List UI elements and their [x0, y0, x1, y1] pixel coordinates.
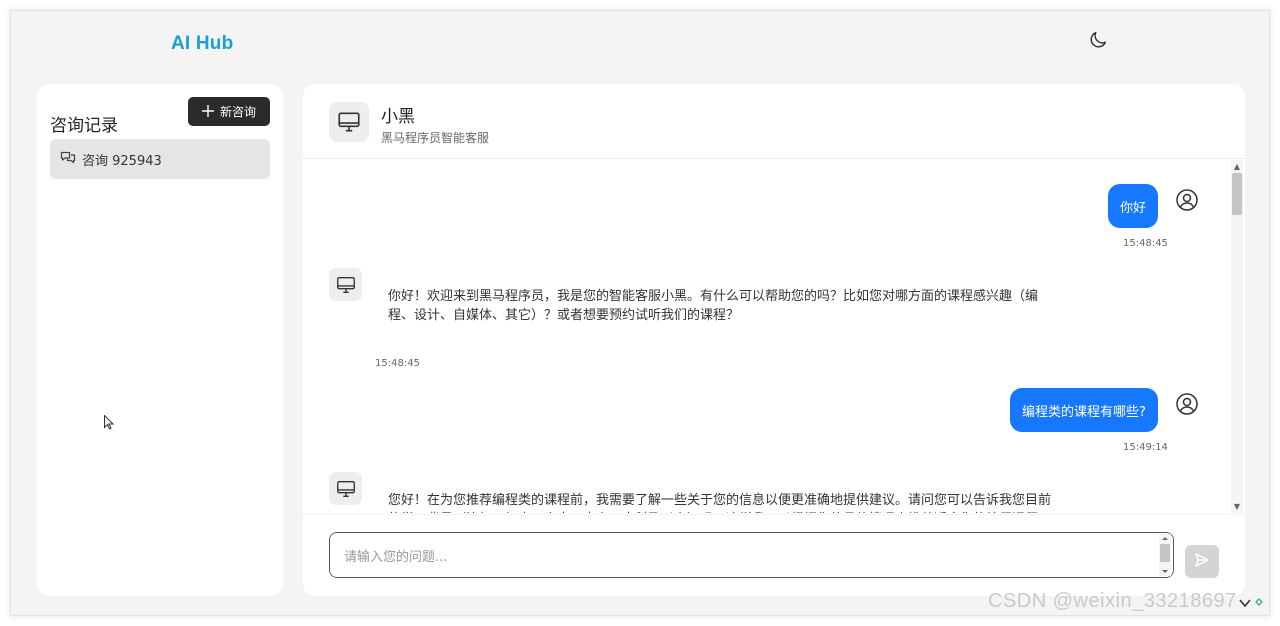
scroll-down-arrow-icon[interactable]: ▼	[1233, 502, 1241, 511]
moon-icon[interactable]	[1087, 29, 1109, 51]
chat-header: 小黑 黑马程序员智能客服	[303, 84, 1245, 159]
user-avatar-icon	[1175, 392, 1201, 418]
user-avatar-icon	[1175, 188, 1201, 214]
chat-panel: 小黑 黑马程序员智能客服 你好 15:48:45 你好！欢迎来到黑马程序员，我是…	[303, 84, 1245, 596]
new-chat-label: 新咨询	[219, 105, 256, 119]
new-chat-button[interactable]: 新咨询	[188, 97, 270, 126]
bot-message-text: 你好！欢迎来到黑马程序员，我是您的智能客服小黑。有什么可以帮助您的吗？比如您对哪…	[388, 289, 1039, 323]
bot-name: 小黑	[381, 107, 415, 127]
history-item[interactable]: 咨询 925943	[50, 139, 270, 179]
monitor-icon	[329, 102, 369, 142]
scroll-up-arrow-icon[interactable]: ▲	[1233, 162, 1241, 171]
app-logo[interactable]: AI Hub	[171, 33, 233, 55]
app-window: AI Hub 咨询记录 新咨询 咨询 925943 小黑 黑马程序员智能客服 你…	[10, 10, 1270, 616]
question-input[interactable]	[329, 532, 1174, 578]
message-timestamp: 15:48:45	[1123, 238, 1168, 249]
send-icon	[1194, 552, 1210, 572]
plus-icon	[201, 104, 214, 120]
scroll-thumb[interactable]	[1232, 173, 1242, 215]
send-button[interactable]	[1185, 545, 1219, 578]
message-list[interactable]: 你好 15:48:45 你好！欢迎来到黑马程序员，我是您的智能客服小黑。有什么可…	[303, 160, 1231, 513]
message-scrollbar[interactable]: ▲ ▼	[1231, 160, 1243, 513]
chat-bubbles-icon	[60, 150, 76, 168]
bot-avatar-icon	[329, 472, 362, 505]
history-sidebar: 咨询记录 新咨询 咨询 925943	[37, 84, 283, 596]
input-scrollbar[interactable]	[1159, 534, 1171, 576]
history-item-label: 咨询 925943	[82, 153, 162, 169]
bot-avatar-icon	[329, 268, 362, 301]
corner-icons	[1239, 597, 1269, 617]
bot-message-text: 您好！在为您推荐编程类的课程前，我需要了解一些关于您的信息以便更准确地提供建议。…	[388, 493, 1052, 513]
bot-description: 黑马程序员智能客服	[381, 131, 490, 145]
mouse-cursor-icon	[104, 414, 115, 434]
user-message-bubble: 编程类的课程有哪些?	[1010, 388, 1158, 432]
sidebar-title: 咨询记录	[50, 116, 118, 136]
input-area	[303, 514, 1245, 596]
user-message-bubble: 你好	[1108, 184, 1159, 228]
watermark: CSDN @weixin_33218697	[988, 590, 1237, 612]
message-timestamp: 15:49:14	[1123, 442, 1168, 453]
message-timestamp: 15:48:45	[375, 358, 420, 369]
